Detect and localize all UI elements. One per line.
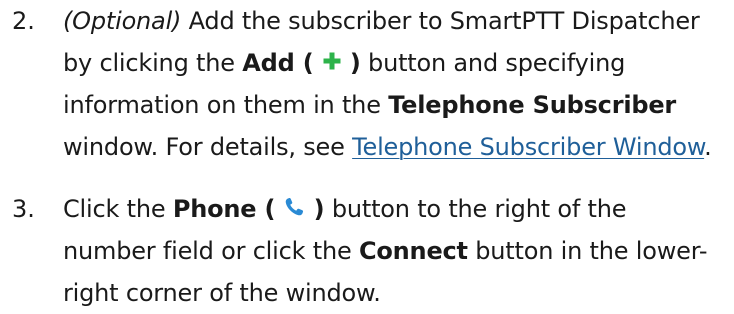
text-line: number field or click the Connect button… (63, 230, 731, 272)
text-segment: button to the right of the (324, 195, 627, 223)
text-line: window. For details, see Telephone Subsc… (63, 126, 731, 168)
text-segment: number field or click the (63, 237, 359, 265)
telephone-subscriber-window-link[interactable]: Telephone Subscriber Window (352, 133, 704, 161)
document-page: 2. (Optional) Add the subscriber to Smar… (0, 0, 734, 308)
add-button-open: Add ( (242, 49, 314, 77)
window-name: Telephone Subscriber (388, 91, 677, 119)
step-number: 2. (12, 7, 35, 35)
step-number: 3. (12, 195, 35, 223)
text-segment: . (704, 133, 712, 161)
step-text: (Optional) Add the subscriber to SmartPT… (63, 0, 731, 168)
text-line: Click the Phone ( ) button to the right … (63, 188, 731, 230)
text-line: (Optional) Add the subscriber to SmartPT… (63, 0, 731, 42)
text-line: information on them in the Telephone Sub… (63, 84, 731, 126)
text-segment: button and specifying (360, 49, 626, 77)
phone-icon (283, 196, 305, 218)
phone-button-close: ) (313, 195, 325, 223)
text-segment: window. For details, see (63, 133, 353, 161)
add-button-close: ) (349, 49, 361, 77)
step-text: Click the Phone ( ) button to the right … (63, 188, 731, 314)
phone-button-open: Phone ( (172, 195, 276, 223)
plus-icon (322, 51, 342, 71)
text-segment: right corner of the window. (63, 279, 381, 307)
add-button-name: Add ( ) (242, 49, 361, 77)
optional-label: (Optional) (63, 7, 182, 35)
connect-button-name: Connect (358, 237, 468, 265)
text-line: by clicking the Add ( ) button and speci… (63, 42, 731, 84)
text-segment: Click the (63, 195, 173, 223)
text-segment: by clicking the (63, 49, 243, 77)
text-segment: Add the subscriber to SmartPTT Dispatche… (181, 7, 700, 35)
text-segment: button in the lower- (467, 237, 708, 265)
phone-button-name: Phone ( ) (173, 195, 325, 223)
text-segment: information on them in the (63, 91, 389, 119)
